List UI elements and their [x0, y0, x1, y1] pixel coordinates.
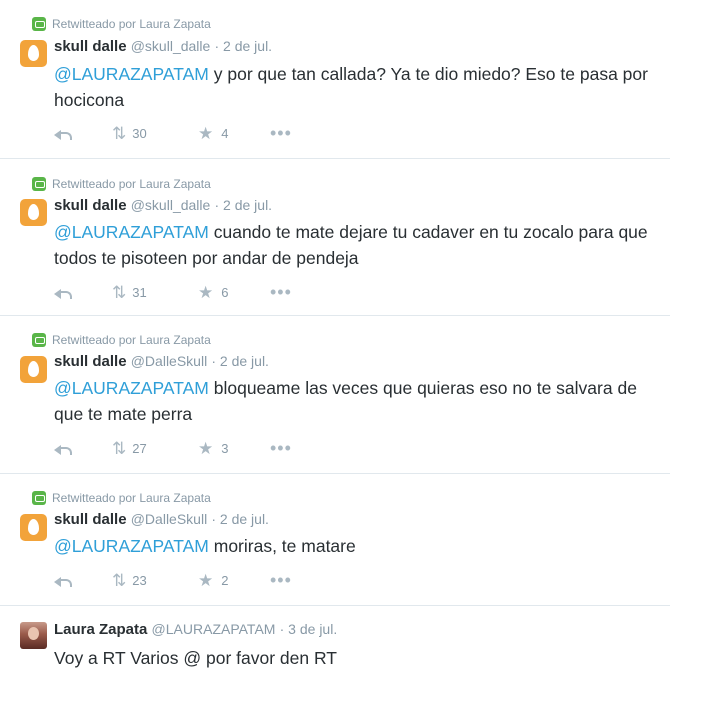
- mention-link[interactable]: @LAURAZAPATAM: [54, 378, 209, 398]
- tweet[interactable]: Retwitteado por Laura Zapata skull dalle…: [0, 0, 670, 159]
- retweet-button[interactable]: ⇅ 30: [112, 125, 198, 142]
- tweet-text: @LAURAZAPATAM bloqueame las veces que qu…: [54, 375, 654, 427]
- more-button[interactable]: •••: [270, 124, 292, 142]
- more-icon: •••: [270, 282, 292, 302]
- tweet-timeline: Retwitteado por Laura Zapata skull dalle…: [0, 0, 670, 726]
- favorite-button[interactable]: ★ 4: [198, 125, 270, 142]
- retweet-icon: ⇅: [112, 123, 126, 143]
- egg-avatar[interactable]: [20, 199, 47, 226]
- more-icon: •••: [270, 123, 292, 143]
- more-button[interactable]: •••: [270, 439, 292, 457]
- retweet-button[interactable]: ⇅ 23: [112, 572, 198, 589]
- favorite-button[interactable]: ★ 6: [198, 284, 270, 301]
- egg-avatar[interactable]: [20, 514, 47, 541]
- favorite-count: 3: [221, 440, 229, 456]
- retweet-badge-icon: [32, 491, 46, 505]
- retweet-context-label: Retwitteado por Laura Zapata: [52, 333, 211, 347]
- more-button[interactable]: •••: [270, 571, 292, 589]
- author-handle[interactable]: @skull_dalle: [131, 38, 211, 54]
- star-icon: ★: [198, 282, 214, 302]
- tweet-actions: ⇅ 31 ★ 6 •••: [54, 283, 292, 301]
- retweet-count: 31: [132, 284, 147, 300]
- tweet-text: @LAURAZAPATAM cuando te mate dejare tu c…: [54, 219, 654, 271]
- tweet-date[interactable]: · 2 de jul.: [214, 38, 272, 54]
- tweet-header: skull dalle @skull_dalle · 2 de jul.: [54, 38, 272, 55]
- tweet-date[interactable]: · 2 de jul.: [214, 197, 272, 213]
- reply-button[interactable]: [54, 575, 112, 587]
- reply-icon: [54, 443, 72, 455]
- profile-photo-avatar[interactable]: [20, 622, 47, 649]
- retweet-icon: ⇅: [112, 282, 126, 302]
- retweet-count: 30: [132, 125, 147, 141]
- reply-button[interactable]: [54, 287, 112, 299]
- reply-button[interactable]: [54, 128, 112, 140]
- tweet-header: skull dalle @DalleSkull · 2 de jul.: [54, 511, 269, 528]
- author-handle[interactable]: @skull_dalle: [131, 197, 211, 213]
- retweet-icon: ⇅: [112, 570, 126, 590]
- tweet-body: moriras, te matare: [208, 536, 356, 556]
- mention-link[interactable]: @LAURAZAPATAM: [54, 222, 209, 242]
- retweet-badge-icon: [32, 333, 46, 347]
- tweet[interactable]: Retwitteado por Laura Zapata skull dalle…: [0, 316, 670, 474]
- tweet-header: Laura Zapata @LAURAZAPATAM · 3 de jul.: [54, 621, 337, 638]
- author-name[interactable]: skull dalle: [54, 197, 127, 214]
- reply-icon: [54, 575, 72, 587]
- tweet-date[interactable]: · 2 de jul.: [211, 511, 269, 527]
- author-name[interactable]: skull dalle: [54, 511, 127, 528]
- star-icon: ★: [198, 570, 214, 590]
- retweet-button[interactable]: ⇅ 31: [112, 284, 198, 301]
- more-icon: •••: [270, 570, 292, 590]
- more-icon: •••: [270, 438, 292, 458]
- author-handle[interactable]: @DalleSkull: [131, 353, 207, 369]
- reply-icon: [54, 128, 72, 140]
- favorite-button[interactable]: ★ 2: [198, 572, 270, 589]
- tweet-text: Voy a RT Varios @ por favor den RT: [54, 648, 337, 668]
- favorite-count: 6: [221, 284, 229, 300]
- retweet-icon: ⇅: [112, 438, 126, 458]
- tweet-header: skull dalle @DalleSkull · 2 de jul.: [54, 353, 269, 370]
- retweet-count: 23: [132, 572, 147, 588]
- tweet-actions: ⇅ 27 ★ 3 •••: [54, 439, 292, 457]
- tweet[interactable]: Retwitteado por Laura Zapata skull dalle…: [0, 159, 670, 316]
- tweet-header: skull dalle @skull_dalle · 2 de jul.: [54, 197, 272, 214]
- tweet[interactable]: Retwitteado por Laura Zapata skull dalle…: [0, 474, 670, 606]
- retweet-context: Retwitteado por Laura Zapata: [32, 17, 211, 31]
- retweet-context: Retwitteado por Laura Zapata: [32, 333, 211, 347]
- egg-avatar[interactable]: [20, 356, 47, 383]
- tweet[interactable]: Laura Zapata @LAURAZAPATAM · 3 de jul. V…: [0, 606, 670, 680]
- favorite-count: 2: [221, 572, 229, 588]
- retweet-badge-icon: [32, 177, 46, 191]
- tweet-date[interactable]: · 3 de jul.: [280, 621, 338, 637]
- reply-icon: [54, 287, 72, 299]
- mention-link[interactable]: @LAURAZAPATAM: [54, 64, 209, 84]
- retweet-count: 27: [132, 440, 147, 456]
- retweet-context-label: Retwitteado por Laura Zapata: [52, 17, 211, 31]
- tweet-text: @LAURAZAPATAM y por que tan callada? Ya …: [54, 61, 654, 113]
- tweet-text: @LAURAZAPATAM moriras, te matare: [54, 533, 654, 559]
- tweet-actions: ⇅ 23 ★ 2 •••: [54, 571, 292, 589]
- retweet-context-label: Retwitteado por Laura Zapata: [52, 491, 211, 505]
- retweet-context-label: Retwitteado por Laura Zapata: [52, 177, 211, 191]
- author-handle[interactable]: @DalleSkull: [131, 511, 207, 527]
- more-button[interactable]: •••: [270, 283, 292, 301]
- tweet-date[interactable]: · 2 de jul.: [211, 353, 269, 369]
- author-name[interactable]: Laura Zapata: [54, 621, 147, 638]
- favorite-count: 4: [221, 125, 229, 141]
- mention-link[interactable]: @LAURAZAPATAM: [54, 536, 209, 556]
- egg-avatar[interactable]: [20, 40, 47, 67]
- reply-button[interactable]: [54, 443, 112, 455]
- author-handle[interactable]: @LAURAZAPATAM: [152, 621, 276, 637]
- author-name[interactable]: skull dalle: [54, 38, 127, 55]
- retweet-button[interactable]: ⇅ 27: [112, 440, 198, 457]
- star-icon: ★: [198, 438, 214, 458]
- tweet-actions: ⇅ 30 ★ 4 •••: [54, 124, 292, 142]
- retweet-context: Retwitteado por Laura Zapata: [32, 177, 211, 191]
- retweet-badge-icon: [32, 17, 46, 31]
- author-name[interactable]: skull dalle: [54, 353, 127, 370]
- favorite-button[interactable]: ★ 3: [198, 440, 270, 457]
- star-icon: ★: [198, 123, 214, 143]
- retweet-context: Retwitteado por Laura Zapata: [32, 491, 211, 505]
